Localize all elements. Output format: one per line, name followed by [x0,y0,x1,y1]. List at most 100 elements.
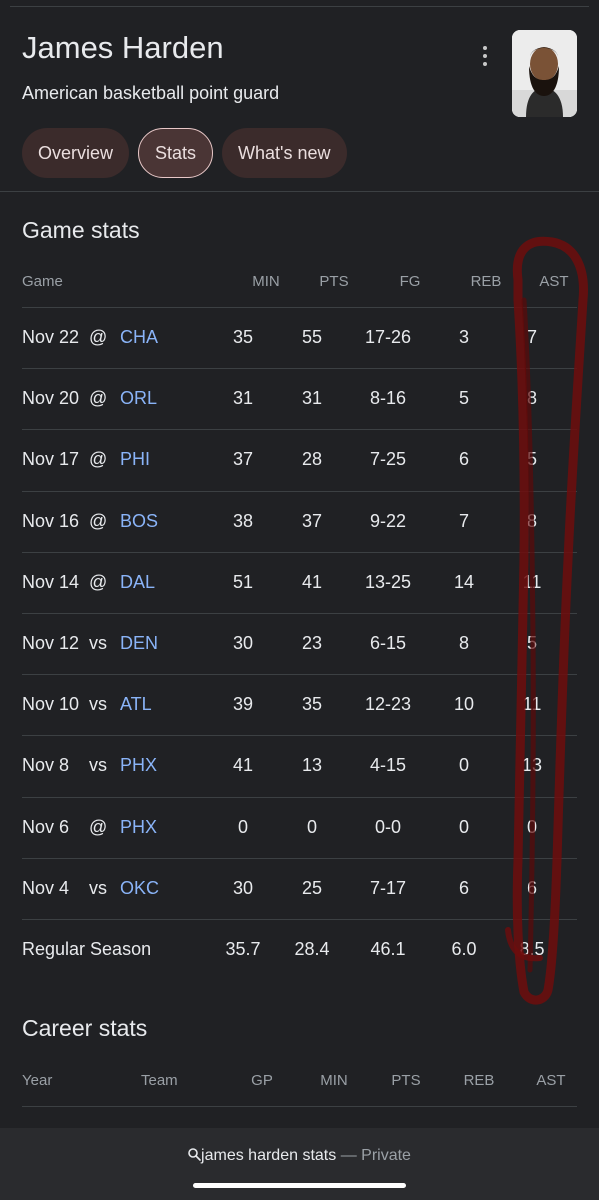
cell-ast: 8 [526,511,537,531]
cell-ast: 11 [522,572,542,592]
cell-reb: 7 [458,511,469,531]
table-row[interactable]: Nov 17 @ PHI 37 28 7-25 6 5 [22,429,577,490]
cell-reb: 14 [453,572,475,592]
cell-ast: 8 [526,388,537,408]
opponent-link[interactable]: DAL [120,552,155,613]
cell-min: 51 [232,572,254,592]
cell-min: 38 [232,511,254,531]
column-header-reb: REB [463,1072,495,1089]
cell-reb: 0 [458,755,469,775]
cell-ast: 7 [526,327,537,347]
opponent-link[interactable]: OKC [120,858,159,919]
opponent-link[interactable]: DEN [120,613,158,674]
footer-bar: james harden stats — Private [0,1128,599,1200]
game-date: Nov 20 [22,388,80,408]
game-date: Nov 6 [22,817,70,837]
search-query-text: james harden stats [201,1147,337,1164]
season-ast: 8.5 [519,939,545,959]
table-row[interactable]: Nov 4 vs OKC 30 25 7-17 6 6 [22,858,577,919]
cell-pts: 13 [301,755,323,775]
column-header-reb: REB [470,273,502,290]
table-row[interactable]: Nov 12 vs DEN 30 23 6-15 8 5 [22,613,577,674]
cell-fg: 0-0 [374,817,401,837]
avatar[interactable] [512,30,577,117]
table-row[interactable]: Nov 6 @ PHX 0 0 0-0 0 0 [22,797,577,858]
season-reb: 6.0 [451,939,477,959]
cell-ast: 11 [522,694,542,714]
header-divider [0,191,599,192]
home-indicator[interactable] [193,1183,406,1188]
table-row[interactable]: Nov 22 @ CHA 35 55 17-26 3 7 [22,307,577,368]
cell-min: 30 [232,878,254,898]
tab-stats[interactable]: Stats [138,128,214,178]
cell-min: 30 [232,633,254,653]
column-header-gp: GP [251,1072,273,1089]
tab-whats-new[interactable]: What's new [222,128,347,178]
table-row[interactable]: Nov 10 vs ATL 39 35 12-23 10 11 [22,674,577,735]
search-query-bar[interactable]: james harden stats — Private [0,1147,599,1165]
cell-reb: 6 [458,449,469,469]
column-header-pts: PTS [391,1072,421,1089]
cell-pts: 55 [301,327,323,347]
column-header-min: MIN [252,273,280,290]
opponent-link[interactable]: PHI [120,429,150,490]
game-date: Nov 14 [22,572,80,592]
game-location: @ [89,327,108,347]
more-options-icon[interactable] [477,44,493,68]
cell-pts: 25 [301,878,323,898]
season-label: Regular Season [22,939,152,959]
cell-fg: 6-15 [369,633,407,653]
cell-fg: 12-23 [364,694,412,714]
table-row[interactable]: Nov 16 @ BOS 38 37 9-22 7 8 [22,491,577,552]
table-row[interactable]: Nov 20 @ ORL 31 31 8-16 5 8 [22,368,577,429]
game-date: Nov 10 [22,694,80,714]
cell-pts: 0 [306,817,317,837]
cell-min: 31 [232,388,254,408]
cell-pts: 37 [301,511,323,531]
tab-bar: Overview Stats What's new [22,128,347,178]
cell-reb: 5 [458,388,469,408]
page-title: James Harden [22,30,224,65]
game-location: @ [89,388,108,408]
cell-reb: 0 [458,817,469,837]
cell-reb: 3 [458,327,469,347]
cell-pts: 35 [301,694,323,714]
knowledge-panel-header: James Harden American basketball point g… [0,0,599,191]
column-header-team: Team [141,1072,178,1089]
search-icon [188,1148,201,1161]
cell-reb: 10 [453,694,475,714]
cell-min: 39 [232,694,254,714]
column-header-fg: FG [399,273,421,290]
cell-fg: 7-17 [369,878,407,898]
game-location: @ [89,817,108,837]
table-row[interactable]: Nov 8 vs PHX 41 13 4-15 0 13 [22,735,577,796]
tab-overview[interactable]: Overview [22,128,130,178]
opponent-link[interactable]: BOS [120,491,158,552]
table-row[interactable]: Nov 14 @ DAL 51 41 13-25 14 11 [22,552,577,613]
cell-ast: 5 [526,633,537,653]
cell-ast: 5 [526,449,537,469]
game-date: Nov 22 [22,327,80,347]
cell-fg: 8-16 [369,388,407,408]
cell-pts: 23 [301,633,323,653]
cell-pts: 28 [301,449,323,469]
game-date: Nov 16 [22,511,80,531]
game-location: vs [89,694,107,714]
cell-min: 37 [232,449,254,469]
entity-description: American basketball point guard [22,83,280,103]
cell-fg: 13-25 [364,572,412,592]
game-location: vs [89,633,107,653]
opponent-link[interactable]: CHA [120,307,158,368]
column-header-ast: AST [536,1072,566,1089]
cell-reb: 8 [458,633,469,653]
opponent-link[interactable]: PHX [120,735,157,796]
cell-fg: 4-15 [369,755,407,775]
column-header-ast: AST [539,273,569,290]
game-date: Nov 8 [22,755,70,775]
opponent-link[interactable]: ATL [120,674,152,735]
game-location: vs [89,755,107,775]
opponent-link[interactable]: PHX [120,797,157,858]
footer-separator: — [340,1147,357,1164]
opponent-link[interactable]: ORL [120,368,157,429]
game-location: vs [89,878,107,898]
